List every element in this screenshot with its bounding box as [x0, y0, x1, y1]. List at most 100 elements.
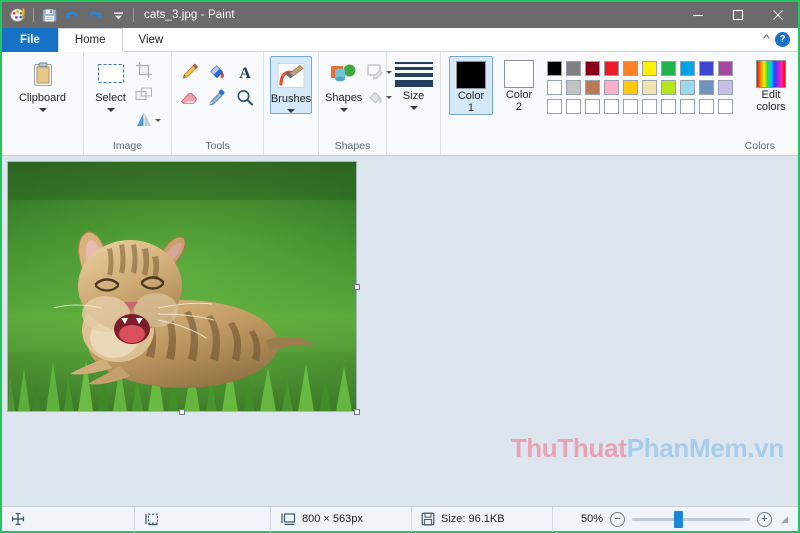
color2-label-line1: Color [505, 89, 533, 101]
shapes-caret-icon[interactable] [339, 107, 348, 112]
palette-swatch-color [642, 80, 657, 95]
palette-swatch-3-8[interactable] [678, 97, 697, 116]
maximize-button[interactable] [718, 2, 758, 28]
palette-swatch-color [661, 61, 676, 76]
size-button[interactable]: Size [393, 56, 434, 110]
ribbon-group-shapes: Shapes Shapes [319, 52, 392, 155]
palette-swatch-2-2[interactable] [564, 78, 583, 97]
palette-swatch-3-4[interactable] [602, 97, 621, 116]
tab-home[interactable]: Home [57, 28, 123, 52]
palette-swatch-3-10[interactable] [716, 97, 735, 116]
palette-swatch-3-1[interactable] [545, 97, 564, 116]
palette-swatch-2-3[interactable] [583, 78, 602, 97]
palette-swatch-1-10[interactable] [716, 59, 735, 78]
minimize-button[interactable] [678, 2, 718, 28]
rotate-caret-icon[interactable] [155, 118, 161, 122]
palette-swatch-2-8[interactable] [678, 78, 697, 97]
palette-swatch-color [585, 61, 600, 76]
tab-file[interactable]: File [2, 28, 58, 52]
clipboard-group-label [2, 138, 83, 155]
palette-swatch-1-4[interactable] [602, 59, 621, 78]
close-button[interactable] [758, 2, 798, 28]
pencil-tool-button[interactable] [176, 60, 202, 84]
image-canvas[interactable] [7, 161, 360, 415]
qat-separator-2 [133, 8, 134, 22]
redo-icon[interactable] [84, 4, 106, 26]
select-caret-icon[interactable] [106, 107, 115, 112]
palette-swatch-2-10[interactable] [716, 78, 735, 97]
palette-swatch-2-7[interactable] [659, 78, 678, 97]
palette-swatch-3-7[interactable] [659, 97, 678, 116]
resize-handle-bottom-right[interactable] [354, 409, 360, 415]
customize-quick-access-icon[interactable] [107, 4, 129, 26]
crop-button[interactable] [131, 58, 157, 82]
magnifier-tool-button[interactable] [232, 86, 258, 110]
image-tools-column [131, 56, 165, 132]
brushes-caret-icon[interactable] [287, 108, 295, 113]
ribbon-group-tools: A Tools [172, 52, 264, 155]
ribbon-group-size: Size [387, 52, 441, 155]
svg-text:A: A [239, 65, 251, 82]
color1-button[interactable]: Color 1 [449, 56, 493, 115]
palette-swatch-2-1[interactable] [545, 78, 564, 97]
shapes-button[interactable]: Shapes [325, 56, 362, 112]
palette-swatch-color [566, 99, 581, 114]
palette-swatch-1-2[interactable] [564, 59, 583, 78]
save-icon[interactable] [38, 4, 60, 26]
palette-swatch-1-9[interactable] [697, 59, 716, 78]
palette-swatch-3-5[interactable] [621, 97, 640, 116]
palette-swatch-3-2[interactable] [564, 97, 583, 116]
title-bar: cats_3.jpg - Paint [2, 2, 798, 28]
image-group-label: Image [112, 140, 143, 152]
palette-swatch-2-6[interactable] [640, 78, 659, 97]
brushes-button[interactable]: Brushes [269, 56, 313, 114]
resize-handle-right[interactable] [354, 283, 360, 290]
color1-label-line2: 1 [467, 101, 475, 114]
clipboard-caret-icon[interactable] [38, 107, 47, 112]
palette-swatch-1-1[interactable] [545, 59, 564, 78]
palette-swatch-color [642, 61, 657, 76]
window-controls [678, 2, 798, 28]
palette-swatch-1-3[interactable] [583, 59, 602, 78]
watermark-part1: ThuThuat [510, 433, 627, 463]
color2-button[interactable]: Color 2 [497, 56, 541, 113]
palette-swatch-2-9[interactable] [697, 78, 716, 97]
undo-icon[interactable] [61, 4, 83, 26]
collapse-ribbon-icon[interactable]: ^ [763, 34, 770, 45]
size-caret-icon[interactable] [409, 105, 418, 110]
palette-swatch-color [566, 61, 581, 76]
zoom-slider-thumb[interactable] [674, 510, 684, 528]
palette-swatch-2-4[interactable] [602, 78, 621, 97]
fill-bucket-tool-button[interactable] [204, 60, 230, 84]
select-button[interactable]: Select [90, 56, 131, 112]
palette-swatch-1-8[interactable] [678, 59, 697, 78]
resize-handle-bottom[interactable] [179, 409, 185, 415]
canvas-work-area[interactable]: ThuThuatPhanMem.vn [2, 156, 798, 506]
zoom-out-button[interactable]: − [610, 511, 626, 527]
resize-grip-icon[interactable]: ◢ [781, 514, 788, 525]
edit-colors-button[interactable]: Edit colors [745, 56, 797, 113]
palette-swatch-3-6[interactable] [640, 97, 659, 116]
palette-swatch-1-6[interactable] [640, 59, 659, 78]
zoom-in-button[interactable]: + [757, 511, 773, 527]
palette-swatch-3-9[interactable] [697, 97, 716, 116]
palette-swatch-3-3[interactable] [583, 97, 602, 116]
palette-swatch-color [604, 61, 619, 76]
palette-swatch-color [585, 80, 600, 95]
eraser-tool-button[interactable] [176, 86, 202, 110]
text-tool-button[interactable]: A [232, 60, 258, 84]
palette-swatch-1-5[interactable] [621, 59, 640, 78]
resize-button[interactable] [131, 83, 157, 107]
paint-app-icon[interactable] [7, 4, 29, 26]
help-icon[interactable]: ? [775, 32, 790, 47]
palette-swatch-1-7[interactable] [659, 59, 678, 78]
rotate-button[interactable] [131, 108, 165, 132]
palette-swatch-color [623, 80, 638, 95]
palette-swatch-2-5[interactable] [621, 78, 640, 97]
palette-swatch-color [680, 80, 695, 95]
clipboard-button[interactable]: Clipboard [8, 56, 77, 112]
eyedropper-tool-button[interactable] [204, 86, 230, 110]
ribbon: Clipboard Select Image A Tools Brushes S… [2, 52, 798, 156]
zoom-slider[interactable] [632, 510, 751, 528]
tab-view[interactable]: View [123, 28, 180, 52]
